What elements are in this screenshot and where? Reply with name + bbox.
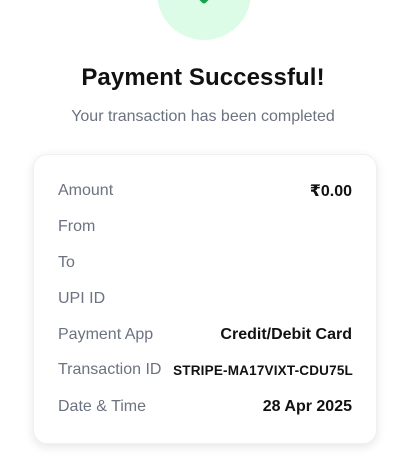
page-title: Payment Successful! — [81, 64, 325, 91]
detail-row-upi-id: UPI ID — [58, 287, 352, 311]
detail-row-to: To — [58, 251, 352, 275]
page-subtitle: Your transaction has been completed — [71, 108, 335, 125]
upi-id-label: UPI ID — [58, 290, 106, 307]
payment-app-label: Payment App — [58, 326, 154, 343]
check-icon — [199, 0, 209, 4]
success-badge — [157, 0, 251, 40]
amount-value: ₹0.00 — [309, 183, 352, 200]
from-label: From — [58, 218, 96, 235]
transaction-id-value: STRIPE-MA17VIXT-CDU75L — [173, 362, 353, 378]
transaction-id-label: Transaction ID — [58, 361, 162, 378]
detail-row-date-time: Date & Time 28 Apr 2025 — [58, 395, 352, 419]
date-time-label: Date & Time — [58, 398, 147, 415]
detail-row-transaction-id: Transaction ID STRIPE-MA17VIXT-CDU75L — [58, 358, 353, 382]
payment-app-value: Credit/Debit Card — [220, 326, 352, 343]
date-time-value: 28 Apr 2025 — [262, 398, 352, 415]
detail-row-amount: Amount ₹0.00 — [58, 179, 352, 203]
transaction-details-card: Amount ₹0.00 From To UPI ID Payment App … — [33, 154, 377, 444]
amount-label: Amount — [58, 182, 114, 199]
to-label: To — [58, 254, 75, 271]
detail-row-from: From — [58, 215, 352, 239]
detail-row-payment-app: Payment App Credit/Debit Card — [58, 323, 352, 347]
